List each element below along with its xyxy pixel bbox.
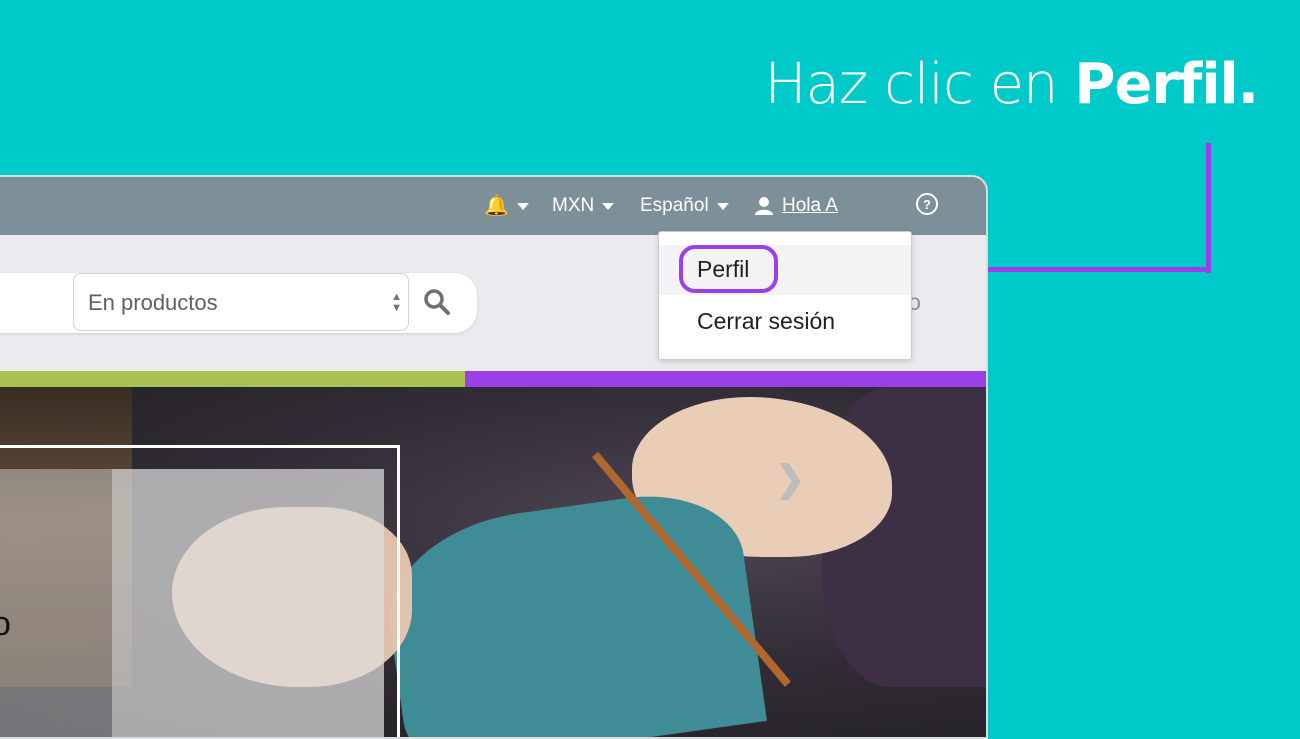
chevron-right-icon[interactable]: ❯ (775, 458, 805, 500)
notifications-menu[interactable]: 🔔 (484, 191, 529, 221)
user-greeting: Hola A (782, 195, 838, 216)
search-bar: En productos ▲ ▼ (0, 273, 477, 333)
language-label: Español (640, 195, 709, 216)
instruction-text: Haz clic en Perfil. (764, 52, 1259, 117)
hero-banner: o (0, 387, 986, 737)
language-menu[interactable]: Español (640, 191, 729, 221)
knitting-image (377, 483, 767, 737)
accent-bar-purple (465, 371, 986, 387)
instruction-target: Perfil. (1074, 52, 1259, 117)
chevron-down-icon (716, 202, 729, 210)
highlight-ring (679, 245, 778, 293)
instruction-prefix: Haz clic en (764, 52, 1075, 117)
select-arrows-icon: ▲ ▼ (391, 291, 402, 314)
accent-bar-green (0, 371, 465, 387)
hero-frame (0, 445, 400, 737)
currency-menu[interactable]: MXN (552, 191, 615, 221)
user-menu-toggle[interactable]: Hola A (754, 191, 838, 221)
menu-item-logout[interactable]: Cerrar sesión (697, 308, 835, 335)
chevron-down-icon (516, 202, 529, 210)
search-scope-select[interactable]: En productos ▲ ▼ (73, 273, 409, 331)
hero-text-fragment: o (0, 605, 11, 644)
search-icon[interactable] (422, 287, 452, 317)
currency-label: MXN (552, 195, 595, 216)
chevron-down-icon (602, 202, 615, 210)
bell-icon: 🔔 (484, 195, 509, 217)
callout-line-vertical (1206, 143, 1211, 273)
question-circle-icon[interactable]: ? (916, 193, 938, 215)
search-scope-value: En productos (88, 290, 218, 315)
user-icon (755, 197, 773, 215)
top-bar: 🔔 MXN Español Hola A ? (0, 177, 986, 235)
